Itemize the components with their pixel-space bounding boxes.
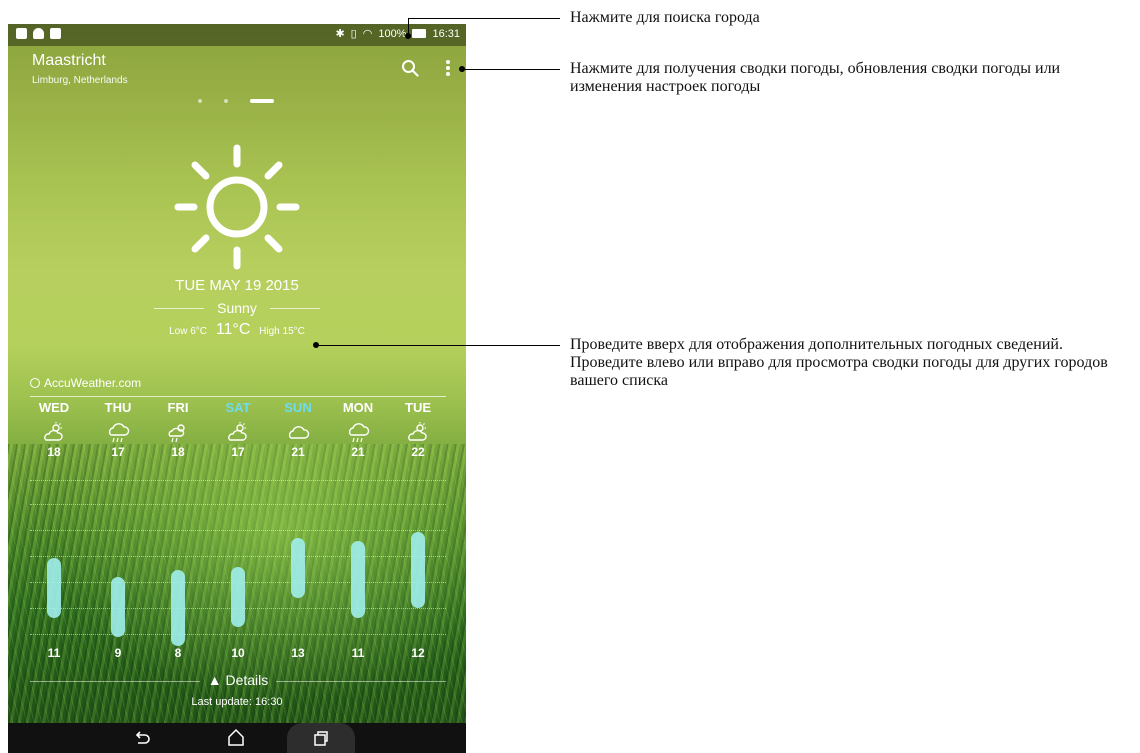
low-temperature: 11 <box>351 646 365 660</box>
grid-line <box>30 530 446 531</box>
low-temperature: 11 <box>47 646 61 660</box>
page-dot-active <box>250 99 274 103</box>
callout-line <box>462 69 560 70</box>
high-temperature: 22 <box>411 445 425 459</box>
day-name: WED <box>38 400 70 415</box>
page-indicator <box>198 99 274 103</box>
details-button[interactable]: ▲ Details <box>30 672 446 690</box>
back-icon[interactable] <box>132 728 152 748</box>
high-temperature: 17 <box>231 445 245 459</box>
callout-swipe: Проведите вверх для отображения дополнит… <box>570 336 1130 390</box>
callout-line <box>316 345 560 346</box>
high-temperature: 18 <box>47 445 61 459</box>
low-temp: Low 6°C <box>169 326 208 337</box>
grid-line <box>30 634 446 635</box>
partly-sunny-icon <box>408 422 427 441</box>
callout-swipe-up: Проведите вверх для отображения дополнит… <box>570 336 1063 353</box>
notification-icon <box>50 28 61 39</box>
battery-percent: 100% <box>378 27 407 40</box>
low-temperature: 12 <box>411 646 425 660</box>
partly-sunny-icon <box>44 422 63 441</box>
navigation-bar <box>8 723 466 753</box>
temperature-row: Low 6°C 11°C High 15°C <box>8 321 466 339</box>
gallery-icon <box>16 28 27 39</box>
weather-app-screen: ✱ ▯ ◠ 100% 16:31 Maastricht Limburg, Net… <box>8 24 466 753</box>
grid-line <box>30 504 446 505</box>
cloud-icon <box>288 426 310 439</box>
vibrate-icon: ▯ <box>350 28 357 40</box>
last-update: Last update: 16:30 <box>191 696 283 708</box>
temperature-range-bar <box>111 576 125 637</box>
recent-apps-icon <box>314 731 328 746</box>
high-temperature: 17 <box>111 445 125 459</box>
clock: 16:31 <box>432 27 460 40</box>
bluetooth-icon: ✱ <box>335 28 345 40</box>
day-name: SUN <box>284 400 312 415</box>
callout-swipe-sideways: Проведите влево или вправо для просмотра… <box>570 354 1108 389</box>
day-name: FRI <box>167 400 189 415</box>
low-temperature: 9 <box>114 646 122 660</box>
search-icon[interactable] <box>401 59 419 77</box>
current-date: TUE MAY 19 2015 <box>175 277 299 294</box>
cloud-notification-icon <box>33 28 44 39</box>
battery-icon <box>412 29 427 38</box>
current-temp: 11°C <box>215 321 251 338</box>
day-name: TUE <box>405 400 431 415</box>
low-temperature: 10 <box>231 646 245 660</box>
accuweather-icon <box>30 378 40 388</box>
condition-row: Sunny <box>154 300 320 318</box>
forecast-day: SUN 21 <box>268 400 328 459</box>
high-temperature: 21 <box>351 445 365 459</box>
page-dot <box>198 99 202 103</box>
high-temperature: 21 <box>291 445 305 459</box>
partly-sunny-icon <box>228 422 247 441</box>
temperature-range-bar <box>47 557 61 618</box>
city-name: Maastricht <box>32 52 106 69</box>
provider-label[interactable]: AccuWeather.com <box>30 376 141 390</box>
temperature-range-bar <box>291 538 305 599</box>
status-bar: ✱ ▯ ◠ 100% 16:31 <box>8 24 466 46</box>
rain-icon <box>348 423 370 443</box>
provider-name: AccuWeather.com <box>44 376 142 390</box>
home-icon[interactable] <box>226 727 246 747</box>
low-temperature: 13 <box>291 646 305 660</box>
day-name: MON <box>342 400 374 415</box>
forecast-day: FRI 18 <box>148 400 208 459</box>
grid-line <box>30 480 446 481</box>
temperature-range-bar <box>171 570 185 647</box>
callout-menu: Нажмите для получения сводки погоды, обн… <box>570 60 1061 95</box>
grid-line <box>30 556 446 557</box>
temperature-range-bar <box>231 567 245 628</box>
sun-icon <box>174 144 300 270</box>
page-dot <box>224 99 228 103</box>
details-label: Details <box>225 672 269 688</box>
expand-arrow-icon: ▲ <box>207 672 222 688</box>
high-temp: High 15°C <box>259 326 305 337</box>
forecast-day: TUE 22 <box>388 400 448 459</box>
recent-apps-button[interactable] <box>287 723 355 753</box>
forecast-day: WED 18 <box>24 400 84 459</box>
sun-rain-icon <box>168 424 185 443</box>
callout-line <box>408 18 560 19</box>
forecast-day: MON 21 <box>328 400 388 459</box>
temperature-range-bar <box>411 531 425 608</box>
forecast-divider <box>30 396 446 397</box>
day-name: THU <box>104 400 132 415</box>
rain-icon <box>108 423 130 443</box>
callout-line <box>408 18 409 35</box>
wifi-icon: ◠ <box>362 28 373 40</box>
day-name: SAT <box>225 400 251 415</box>
low-temperature: 8 <box>174 646 182 660</box>
more-vert-icon[interactable] <box>444 60 452 78</box>
forecast-day: SAT 17 <box>208 400 268 459</box>
callout-search: Нажмите для поиска города <box>570 9 760 26</box>
city-region: Limburg, Netherlands <box>32 75 128 86</box>
forecast-day: THU 17 <box>88 400 148 459</box>
high-temperature: 18 <box>171 445 185 459</box>
temperature-range-bar <box>351 541 365 618</box>
